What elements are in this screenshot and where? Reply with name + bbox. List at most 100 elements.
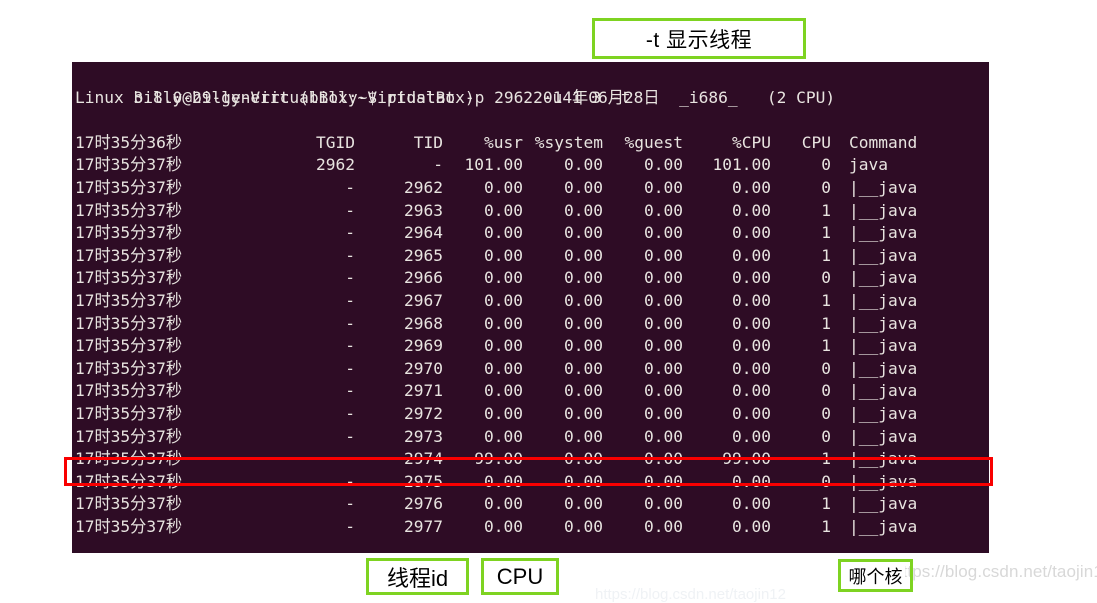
cell-tgid: - xyxy=(345,403,355,423)
cell-cpu-pct: 0.00 xyxy=(732,313,771,333)
cell-system: 0.00 xyxy=(564,155,603,175)
table-row: 17时35分37秒 - 2969 0.00 0.00 0.00 0.00 1 |__java xyxy=(75,335,989,358)
table-header-row: 17时35分36秒 TGID TID %usr %system %guest %CPU CPU… xyxy=(75,132,989,155)
cell-guest: 0.00 xyxy=(644,200,683,220)
cell-time: 17时35分37秒 xyxy=(75,155,183,175)
cell-tgid: - xyxy=(345,358,355,378)
cell-time: 17时35分37秒 xyxy=(75,494,183,514)
cell-command: |__java xyxy=(849,245,918,265)
annotation-t-option-label: -t 显示线程 xyxy=(645,28,753,52)
cell-guest: 0.00 xyxy=(644,381,683,401)
cell-usr: 0.00 xyxy=(484,245,523,265)
cell-tid: 2976 xyxy=(404,494,443,514)
cell-cpu-pct: 0.00 xyxy=(732,471,771,491)
cell-guest: 0.00 xyxy=(644,358,683,378)
cell-time: 17时35分37秒 xyxy=(75,245,183,265)
cell-command: |__java xyxy=(849,426,918,446)
cell-usr: 0.00 xyxy=(484,268,523,288)
cell-system: 0.00 xyxy=(564,403,603,423)
terminal-prompt-line: billy@billy-VirtualBox:~$ pidstat -p 296… xyxy=(75,64,989,107)
cell-tgid: 2962 xyxy=(316,155,355,175)
cell-tgid: - xyxy=(345,471,355,491)
cell-cpu: 0 xyxy=(821,155,831,175)
table-row: 17时35分37秒 2962 - 101.00 0.00 0.00 101.00 0 java xyxy=(75,154,989,177)
cell-guest: 0.00 xyxy=(644,155,683,175)
cell-tid: 2974 xyxy=(404,449,443,469)
cell-tgid: - xyxy=(345,426,355,446)
cell-system: 0.00 xyxy=(564,268,603,288)
cell-command: |__java xyxy=(849,381,918,401)
cell-command: |__java xyxy=(849,449,918,469)
cell-command: |__java xyxy=(849,471,918,491)
cell-guest: 0.00 xyxy=(644,336,683,356)
cell-cpu: 1 xyxy=(821,516,831,536)
cell-tgid: - xyxy=(345,177,355,197)
cell-tid: 2971 xyxy=(404,381,443,401)
table-row: 17时35分37秒 - 2974 99.00 0.00 0.00 99.00 1 |__java xyxy=(75,448,989,471)
cell-time: 17时35分37秒 xyxy=(75,290,183,310)
cell-usr: 0.00 xyxy=(484,381,523,401)
cell-system: 0.00 xyxy=(564,290,603,310)
cell-guest: 0.00 xyxy=(644,177,683,197)
cell-usr: 0.00 xyxy=(484,223,523,243)
cell-tid: 2964 xyxy=(404,223,443,243)
cell-time: 17时35分37秒 xyxy=(75,268,183,288)
cell-cpu: 0 xyxy=(821,268,831,288)
cell-tid: 2966 xyxy=(404,268,443,288)
cell-tid: - xyxy=(433,155,443,175)
cell-usr: 101.00 xyxy=(464,155,523,175)
cell-guest: 0.00 xyxy=(644,449,683,469)
sysinfo-spacer4 xyxy=(738,88,767,107)
cell-tgid: - xyxy=(345,336,355,356)
cell-tid: 2975 xyxy=(404,471,443,491)
table-row: 17时35分37秒 - 2972 0.00 0.00 0.00 0.00 0 |__java xyxy=(75,403,989,426)
cell-usr: 0.00 xyxy=(484,177,523,197)
cell-tid: 2970 xyxy=(404,358,443,378)
terminal-sysinfo-line: Linux 3.8.0-29-generic (billy-VirtualBox… xyxy=(75,87,989,110)
table-row: 17时35分37秒 - 2968 0.00 0.00 0.00 0.00 1 |__java xyxy=(75,313,989,336)
cell-cpu-pct: 0.00 xyxy=(732,403,771,423)
cell-usr: 0.00 xyxy=(484,516,523,536)
header-usr: %usr xyxy=(484,132,523,152)
cell-guest: 0.00 xyxy=(644,223,683,243)
cell-tid: 2969 xyxy=(404,336,443,356)
table-row: 17时35分37秒 - 2976 0.00 0.00 0.00 0.00 1 |__java xyxy=(75,493,989,516)
annotation-cpu: CPU xyxy=(481,558,559,595)
cell-cpu: 1 xyxy=(821,223,831,243)
cell-guest: 0.00 xyxy=(644,268,683,288)
cell-cpu: 0 xyxy=(821,471,831,491)
table-row: 17时35分37秒 - 2966 0.00 0.00 0.00 0.00 0 |__java xyxy=(75,267,989,290)
cell-cpu-pct: 0.00 xyxy=(732,494,771,514)
sysinfo-arch: _i686_ xyxy=(679,87,738,107)
cell-system: 0.00 xyxy=(564,245,603,265)
cell-tid: 2968 xyxy=(404,313,443,333)
cell-command: |__java xyxy=(849,268,918,288)
cell-usr: 0.00 xyxy=(484,471,523,491)
cell-tgid: - xyxy=(345,494,355,514)
cell-command: |__java xyxy=(849,336,918,356)
cell-time: 17时35分37秒 xyxy=(75,403,183,423)
cell-command: |__java xyxy=(849,516,918,536)
cell-command: |__java xyxy=(849,358,918,378)
cell-system: 0.00 xyxy=(564,177,603,197)
cell-tid: 2977 xyxy=(404,516,443,536)
cell-cpu-pct: 0.00 xyxy=(732,336,771,356)
annotation-t-option: -t 显示线程 xyxy=(592,18,806,59)
cell-time: 17时35分37秒 xyxy=(75,381,183,401)
cell-usr: 0.00 xyxy=(484,336,523,356)
sysinfo-date: 2014年06月28日 xyxy=(533,87,660,107)
annotation-thread-id-label: 线程id xyxy=(386,565,449,591)
cell-guest: 0.00 xyxy=(644,245,683,265)
cell-tid: 2967 xyxy=(404,290,443,310)
cell-usr: 0.00 xyxy=(484,358,523,378)
terminal-window[interactable]: billy@billy-VirtualBox:~$ pidstat -p 296… xyxy=(72,62,989,553)
cell-cpu: 1 xyxy=(821,336,831,356)
cell-system: 0.00 xyxy=(564,516,603,536)
cell-tid: 2962 xyxy=(404,177,443,197)
table-row: 17时35分37秒 - 2971 0.00 0.00 0.00 0.00 0 |__java xyxy=(75,380,989,403)
cell-system: 0.00 xyxy=(564,449,603,469)
cell-usr: 0.00 xyxy=(484,494,523,514)
cell-system: 0.00 xyxy=(564,494,603,514)
cell-tid: 2963 xyxy=(404,200,443,220)
header-system: %system xyxy=(534,132,603,152)
